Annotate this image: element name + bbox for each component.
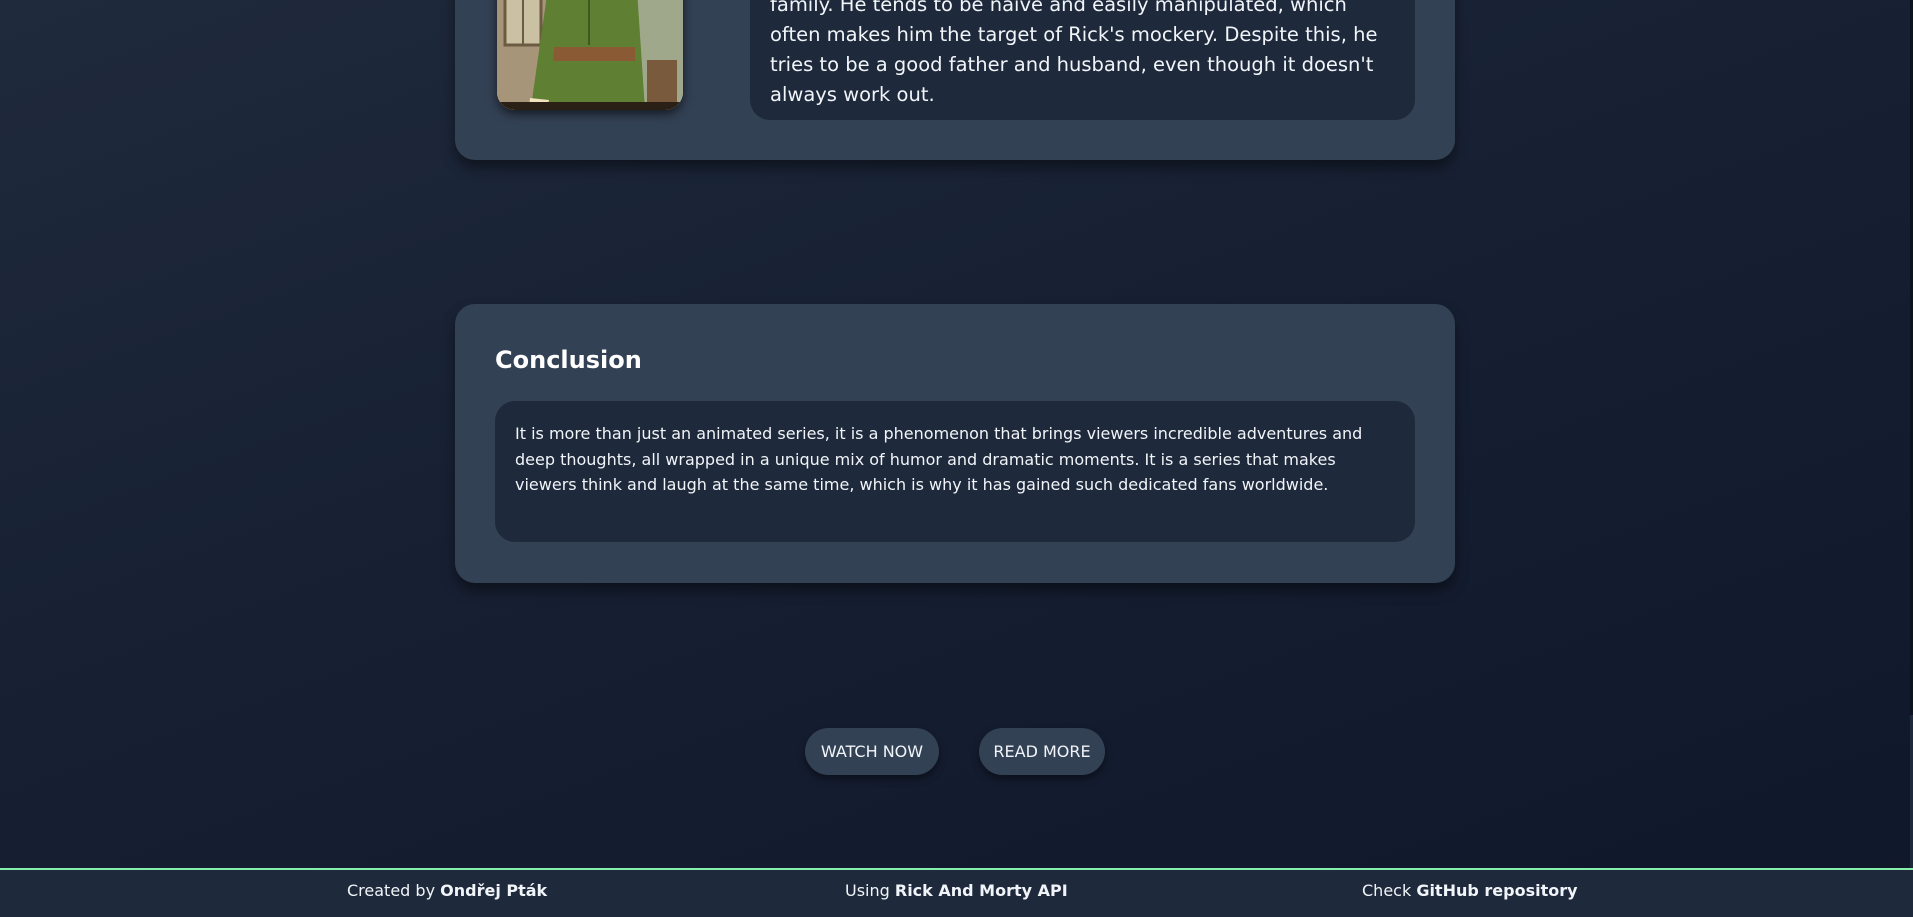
footer: Created by Ondřej Pták Using Rick And Mo… (0, 868, 1913, 917)
conclusion-text-box: It is more than just an animated series,… (495, 401, 1415, 542)
conclusion-title: Conclusion (495, 346, 642, 374)
character-card: family. He tends to be naive and easily … (455, 0, 1455, 160)
footer-check-prefix: Check (1362, 881, 1417, 900)
footer-using-api: Using Rick And Morty API (845, 881, 1068, 900)
character-description: family. He tends to be naive and easily … (770, 0, 1378, 106)
conclusion-card: Conclusion It is more than just an anima… (455, 304, 1455, 583)
author-link[interactable]: Ondřej Pták (440, 881, 547, 900)
character-description-box: family. He tends to be naive and easily … (750, 0, 1415, 120)
footer-created-prefix: Created by (347, 881, 441, 900)
api-link[interactable]: Rick And Morty API (895, 881, 1068, 900)
footer-created-by: Created by Ondřej Pták (347, 881, 547, 900)
conclusion-text: It is more than just an animated series,… (515, 424, 1363, 494)
character-illustration (497, 0, 683, 110)
footer-using-prefix: Using (845, 881, 895, 900)
character-image (497, 0, 683, 110)
footer-github: Check GitHub repository (1362, 881, 1578, 900)
read-more-button[interactable]: READ MORE (979, 728, 1105, 775)
watch-now-button[interactable]: WATCH NOW (805, 728, 939, 775)
github-repository-link[interactable]: GitHub repository (1416, 881, 1577, 900)
